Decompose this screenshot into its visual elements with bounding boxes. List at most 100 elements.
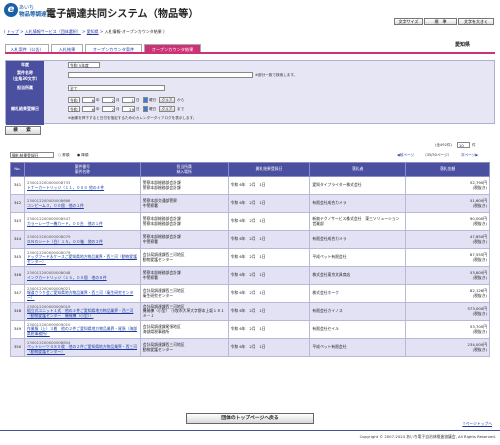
- case-cell: 230012200000009021 報道さうり会ご愛知県地方物品業界・西三河（衛…: [23, 284, 141, 303]
- date-from-month[interactable]: 2: [102, 97, 115, 103]
- case-cell: 230012200000008733 トナーカートリッジ（１１，０００ 他の４件: [23, 176, 141, 195]
- date-to-year[interactable]: 6: [82, 106, 95, 112]
- dept-cell: 警察本部交通部警察 中警察署: [139, 194, 229, 213]
- winner-cell: 新扇テクノサービス株式会社 東三ソリューション営業部: [309, 212, 407, 231]
- results-table: No. 案件番号 案件名称 担当所属 納入場所 開札結果登録日 落札者 落札金額…: [10, 162, 490, 357]
- name-input[interactable]: [68, 72, 253, 78]
- page-top-link[interactable]: ↑ページトップへ: [462, 421, 492, 427]
- page-title: 電子調達共同システム（物品等）: [46, 9, 199, 20]
- amount-cell: 573,000円 (税抜き): [405, 302, 490, 321]
- year-select[interactable]: 令和 5年度: [68, 62, 100, 68]
- winner-cell: 平成ペット有限会社: [309, 248, 407, 267]
- amount-note: (税抜き): [472, 274, 487, 280]
- table-row: 345 230012200000008079 ドッグフード＆ケースご愛知県地方物品業…: [10, 248, 490, 267]
- winner-cell: 株式会社ホーク: [309, 284, 407, 303]
- col-winner: 落札者: [309, 162, 407, 177]
- date-note: ※画像を押下すると日付を指定するためのカレンダーダイアログを表示します。: [68, 116, 197, 120]
- case-name-link[interactable]: トナーカートリッジ（１１，０００ 他の４件: [27, 185, 138, 191]
- calendar-icon[interactable]: [143, 97, 148, 103]
- breadcrumb-pref[interactable]: 愛知県: [87, 29, 99, 34]
- winner-cell: 平成ペット有限会社: [309, 338, 407, 357]
- delivery-place: 動物愛護センター: [142, 256, 174, 262]
- row-no: 348: [10, 302, 25, 321]
- font-standard-button[interactable]: 標 準: [424, 18, 457, 25]
- case-name-link[interactable]: インクカートリッジ（１５，００個 他の８件: [27, 275, 138, 281]
- day-suffix: 日: [136, 98, 140, 102]
- asc-label: 昇順: [62, 152, 70, 157]
- col-no: No.: [10, 162, 25, 177]
- amount-note: (税抜き): [472, 310, 487, 316]
- amount-note: (税抜き): [472, 328, 487, 334]
- case-cell: 230012200000008604 ペットシーツ４８０枚 他の２件ご愛知県地方物…: [23, 338, 141, 357]
- sort-select[interactable]: 開札結果登録日: [10, 152, 54, 158]
- footer-divider: [0, 430, 500, 431]
- col-dept: 担当所属 納入場所: [139, 162, 229, 177]
- prev-page-link[interactable]: ◀前ページ: [397, 153, 414, 158]
- table-row: 348 230012200000009019 組立式ユニット１式 他の２件ご愛知県地…: [10, 302, 490, 321]
- amount-note: (税抜き): [472, 220, 487, 226]
- dept-cell: 会計局調達課西三河地区 動物愛護センター: [139, 248, 229, 267]
- date-to-era[interactable]: 令和: [68, 106, 80, 112]
- date-cell: 令和 6年 2月 1日: [227, 248, 311, 267]
- breadcrumb-top[interactable]: トップ: [7, 29, 19, 34]
- row-no: 342: [10, 194, 25, 213]
- back-to-top-button[interactable]: 団体のトップページへ戻る: [186, 413, 314, 424]
- row-no: 341: [10, 176, 25, 195]
- date-from-era[interactable]: 令和: [68, 97, 80, 103]
- to-label: まで: [177, 107, 185, 111]
- location-select[interactable]: 全て: [68, 85, 165, 91]
- case-name-link[interactable]: カラーレーザー機カード，００台 他の１件: [27, 221, 138, 227]
- case-name-link[interactable]: ドッグフード＆ケースご愛知県地方物品業界・西三河（動物愛護センター）: [27, 254, 138, 264]
- case-name-link[interactable]: ＤＮＧシート（白）１５，００箱 他の２件: [27, 239, 138, 245]
- breadcrumb-service[interactable]: 入札情報サービス（団体選択）: [25, 29, 81, 34]
- table-row: 342 230012200000008666 コンピーム３，００個 他の１件 警察本部…: [10, 194, 490, 213]
- case-name-link[interactable]: ペットシーツ４８０枚 他の２件ご愛知県地方物品業界・西三河（動物愛護センター）: [27, 344, 138, 354]
- calendar-icon[interactable]: [143, 106, 148, 112]
- table-row: 346 230012200000008048 インクカートリッジ（１５，００個 他の…: [10, 266, 490, 285]
- amount-note: (税抜き): [472, 184, 487, 190]
- next-page-link[interactable]: 次ページ▶: [461, 153, 478, 158]
- total-count: (全492件): [435, 143, 452, 147]
- tab-underline: [5, 52, 495, 54]
- dept-cell: 警察本部総務部会計課 中警察署: [139, 266, 229, 285]
- date-cell: 令和 6年 2月 1日: [227, 176, 311, 195]
- date-from-day[interactable]: 1: [122, 97, 135, 103]
- row-no: 347: [10, 284, 25, 303]
- row-no: 349: [10, 320, 25, 339]
- amount-note: (税抜き): [472, 238, 487, 244]
- row-no: 350: [10, 338, 25, 357]
- dept-cell: 会計局調達課西三河地区 動物愛護センター: [139, 338, 229, 357]
- row-no: 346: [10, 266, 25, 285]
- case-name-link[interactable]: コンピーム３，００個 他の１件: [27, 203, 138, 209]
- case-cell: 230012200000009019 組立式ユニット１式 他の２件ご愛知県地方物品…: [23, 302, 141, 321]
- date-from-year[interactable]: 6: [82, 97, 95, 103]
- sort-desc-radio[interactable]: ● 降順: [77, 153, 88, 158]
- date-label: 開札結果登録日: [6, 93, 44, 125]
- col-amount: 落札金額: [405, 162, 490, 177]
- case-name-link[interactable]: 作業服（上）３着 他の２件ご愛知県地方物品業界・尾張（海部県税事務所）: [27, 326, 138, 336]
- date-to-month[interactable]: 2: [102, 106, 115, 112]
- case-name-link[interactable]: 報道さうり会ご愛知県地方物品業界・西三河（衛生研究センター）: [27, 290, 138, 300]
- font-large-button[interactable]: 文字を大きく: [458, 18, 494, 25]
- dept-cell: 会計局調達課西三河地区 衛生研究センター: [139, 284, 229, 303]
- amount-cell: 67,555円 (税抜き): [405, 248, 490, 267]
- sort-asc-radio[interactable]: ○ 昇順: [58, 153, 69, 158]
- date-cell: 令和 6年 2月 1日: [227, 230, 311, 249]
- weekday-label: 曜日: [149, 98, 157, 102]
- date-from-clear-button[interactable]: クリア: [159, 97, 175, 103]
- date-to-clear-button[interactable]: クリア: [159, 106, 175, 112]
- delivery-place: 中警察署: [142, 238, 158, 244]
- winner-cell: 有限会社カイノス: [309, 302, 407, 321]
- delivery-place: 海部県税事務所: [142, 328, 170, 334]
- search-button[interactable]: 検 索: [5, 126, 41, 135]
- case-name-link[interactable]: 組立式ユニット１式 他の２件ご愛知県地方物品業界・西三河（動物愛護センター 機械…: [27, 308, 138, 318]
- date-to-day[interactable]: 29: [122, 106, 135, 112]
- per-page-select[interactable]: 10: [457, 142, 470, 148]
- amount-cell: 90,000円 (税抜き): [405, 212, 490, 231]
- dept-cell: 警察本部総務部会計課 警察本部総務部会計課: [139, 212, 229, 231]
- case-cell: 230012200000008048 インクカートリッジ（１５，００個 他の８件: [23, 266, 141, 285]
- delivery-place: 警察本部総務部会計課: [142, 220, 181, 226]
- breadcrumb: ( トップ > 入札情報サービス（団体選択） > 愛知県 > 入札情報-オープン…: [4, 29, 165, 34]
- font-size-label: 文字サイズ: [394, 18, 423, 25]
- search-form: 年度 令和 5年度 案件名称 （全角30文字） ※部分一致で検索します。 担当所…: [5, 60, 495, 125]
